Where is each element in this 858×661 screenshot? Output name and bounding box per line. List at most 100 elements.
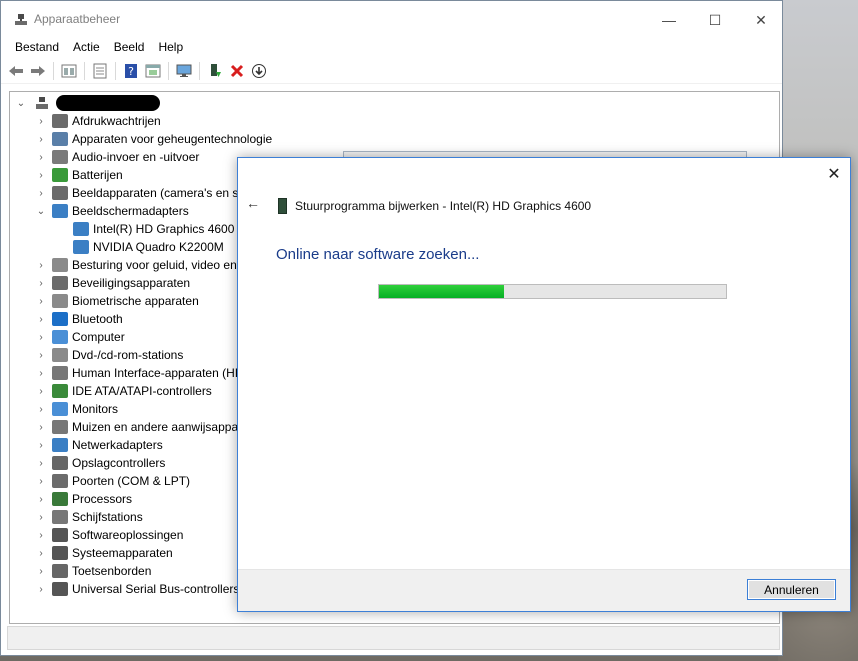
chevron-right-icon[interactable]: ›: [36, 350, 46, 361]
tree-child-item[interactable]: Intel(R) HD Graphics 4600: [67, 220, 234, 238]
tree-item-label: Muizen en andere aanwijsappar: [72, 420, 243, 434]
tree-category-item[interactable]: › Biometrische apparaten: [36, 292, 199, 310]
chevron-right-icon[interactable]: ›: [36, 134, 46, 145]
tree-item-label: Apparaten voor geheugentechnologie: [72, 132, 273, 146]
chevron-right-icon[interactable]: ›: [36, 566, 46, 577]
tree-category-item[interactable]: › Netwerkadapters: [36, 436, 163, 454]
chevron-right-icon[interactable]: ›: [36, 368, 46, 379]
forward-icon[interactable]: [29, 62, 47, 80]
tree-item-label: Biometrische apparaten: [72, 294, 199, 308]
chevron-right-icon[interactable]: ›: [36, 404, 46, 415]
menu-view[interactable]: Beeld: [107, 39, 152, 59]
monitor-icon[interactable]: [175, 62, 193, 80]
tree-item-label: Beeldapparaten (camera's en sc: [72, 186, 245, 200]
tree-child-item[interactable]: NVIDIA Quadro K2200M: [67, 238, 224, 256]
help-icon[interactable]: ?: [122, 62, 140, 80]
uninstall-icon[interactable]: [228, 62, 246, 80]
scan-icon[interactable]: [250, 62, 268, 80]
chevron-right-icon[interactable]: ›: [36, 116, 46, 127]
chevron-right-icon[interactable]: ›: [36, 278, 46, 289]
tree-item-label: Computer: [72, 330, 125, 344]
device-category-icon: [52, 546, 68, 560]
menu-file[interactable]: Bestand: [8, 39, 66, 59]
tree-item-label: Beeldschermadapters: [72, 204, 189, 218]
dialog-header: Stuurprogramma bijwerken - Intel(R) HD G…: [278, 198, 591, 214]
tree-category-item[interactable]: › Beeldapparaten (camera's en sc: [36, 184, 244, 202]
tree-category-item[interactable]: › Computer: [36, 328, 125, 346]
title-bar[interactable]: Apparaatbeheer — ☐ ✕: [1, 1, 782, 39]
toolbar: ?: [1, 59, 782, 84]
minimize-button[interactable]: —: [646, 1, 692, 39]
tree-category-item[interactable]: › Besturing voor geluid, video en: [36, 256, 237, 274]
tree-category-item[interactable]: › Poorten (COM & LPT): [36, 472, 190, 490]
tree-category-item[interactable]: › Systeemapparaten: [36, 544, 173, 562]
device-manager-icon: [15, 14, 27, 25]
device-category-icon: [52, 330, 68, 344]
tree-category-item[interactable]: › IDE ATA/ATAPI-controllers: [36, 382, 212, 400]
tree-category-item[interactable]: › Batterijen: [36, 166, 123, 184]
tree-category-item[interactable]: › Processors: [36, 490, 132, 508]
chevron-right-icon[interactable]: ›: [36, 476, 46, 487]
tree-category-item[interactable]: › Softwareoplossingen: [36, 526, 183, 544]
resource-icon[interactable]: [144, 62, 162, 80]
tree-category-item[interactable]: › Afdrukwachtrijen: [36, 112, 161, 130]
device-category-icon: [52, 294, 68, 308]
tree-category-item[interactable]: › Universal Serial Bus-controllers: [36, 580, 239, 598]
toolbar-separator: [115, 62, 116, 80]
tree-root[interactable]: ⌄: [16, 94, 160, 112]
dialog-close-button[interactable]: ✕: [824, 164, 844, 184]
device-category-icon: [52, 258, 68, 272]
chevron-right-icon[interactable]: ›: [36, 170, 46, 181]
chevron-right-icon[interactable]: ›: [36, 458, 46, 469]
device-category-icon: [52, 132, 68, 146]
chevron-down-icon[interactable]: ⌄: [16, 98, 26, 109]
chevron-right-icon[interactable]: ›: [36, 152, 46, 163]
view-icon[interactable]: [91, 62, 109, 80]
chevron-right-icon[interactable]: ›: [36, 386, 46, 397]
tree-item-label: Netwerkadapters: [72, 438, 163, 452]
chevron-right-icon[interactable]: ›: [36, 314, 46, 325]
chevron-right-icon[interactable]: ›: [36, 188, 46, 199]
tree-category-item[interactable]: › Human Interface-apparaten (HI: [36, 364, 238, 382]
chevron-right-icon[interactable]: ›: [36, 332, 46, 343]
tree-item-label: Softwareoplossingen: [72, 528, 184, 542]
progress-fill: [379, 285, 504, 298]
tree-category-item[interactable]: › Muizen en andere aanwijsappar: [36, 418, 242, 436]
tree-category-item[interactable]: › Schijfstations: [36, 508, 143, 526]
chevron-right-icon[interactable]: ›: [36, 260, 46, 271]
tree-category-item[interactable]: › Beveiligingsapparaten: [36, 274, 190, 292]
chevron-down-icon[interactable]: ⌄: [36, 206, 46, 217]
tree-category-item[interactable]: › Audio-invoer en -uitvoer: [36, 148, 199, 166]
close-icon: ✕: [827, 166, 841, 183]
close-button[interactable]: ✕: [738, 1, 784, 39]
device-category-icon: [52, 168, 68, 182]
tree-category-item[interactable]: › Bluetooth: [36, 310, 123, 328]
maximize-button[interactable]: ☐: [692, 1, 738, 39]
menu-action[interactable]: Actie: [66, 39, 107, 59]
chevron-right-icon[interactable]: ›: [36, 422, 46, 433]
update-driver-icon[interactable]: [206, 62, 224, 80]
tree-category-item[interactable]: ⌄ Beeldschermadapters: [36, 202, 189, 220]
chevron-right-icon[interactable]: ›: [36, 548, 46, 559]
properties-icon[interactable]: [60, 62, 78, 80]
chevron-right-icon[interactable]: ›: [36, 584, 46, 595]
tree-category-item[interactable]: › Apparaten voor geheugentechnologie: [36, 130, 272, 148]
cancel-button[interactable]: Annuleren: [747, 579, 836, 600]
chevron-right-icon[interactable]: ›: [36, 512, 46, 523]
back-icon[interactable]: [7, 62, 25, 80]
tree-category-item[interactable]: › Toetsenborden: [36, 562, 151, 580]
tree-category-item[interactable]: › Opslagcontrollers: [36, 454, 165, 472]
chevron-right-icon[interactable]: ›: [36, 530, 46, 541]
chevron-right-icon[interactable]: ›: [36, 494, 46, 505]
tree-category-item[interactable]: › Monitors: [36, 400, 118, 418]
chevron-right-icon[interactable]: ›: [36, 296, 46, 307]
tree-category-item[interactable]: › Dvd-/cd-rom-stations: [36, 346, 183, 364]
tree-item-label: Monitors: [72, 402, 119, 416]
tree-item-label: Batterijen: [72, 168, 123, 182]
back-arrow-icon[interactable]: ←: [246, 195, 260, 211]
menu-help[interactable]: Help: [151, 39, 190, 59]
minimize-icon: —: [662, 12, 676, 28]
redacted-computer-name: [56, 95, 160, 111]
tree-item-label: Toetsenborden: [72, 564, 152, 578]
chevron-right-icon[interactable]: ›: [36, 440, 46, 451]
